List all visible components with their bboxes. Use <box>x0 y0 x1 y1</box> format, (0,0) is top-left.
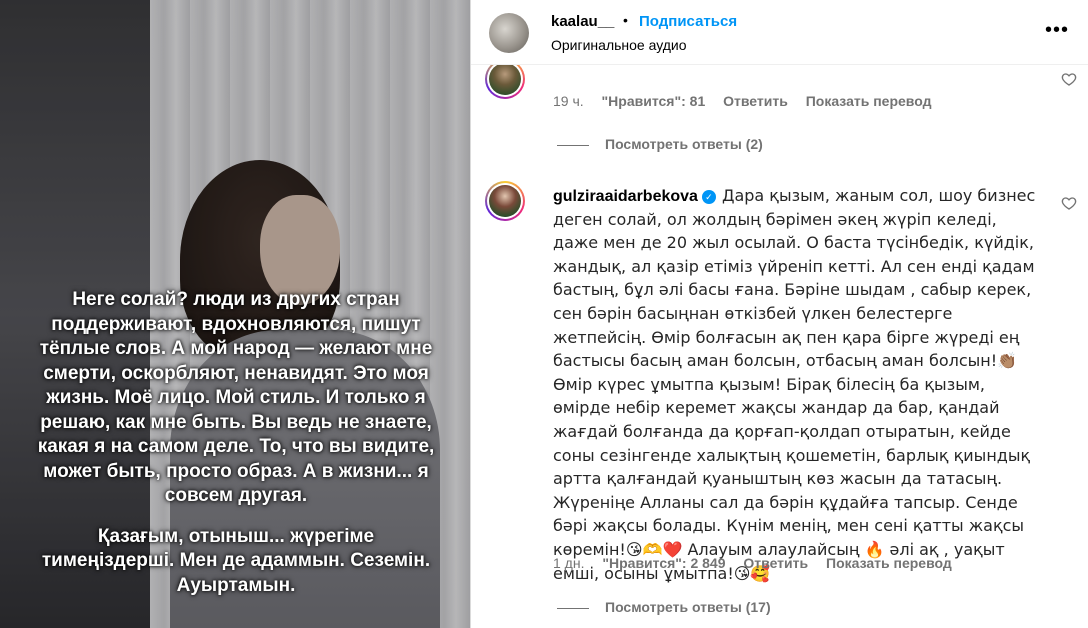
replies-divider-line <box>557 144 589 146</box>
reply-button[interactable]: Ответить <box>723 93 788 109</box>
commenter-avatar[interactable] <box>485 181 525 221</box>
view-replies-button[interactable]: Посмотреть ответы (2) <box>557 136 763 152</box>
view-replies-button[interactable]: Посмотреть ответы (17) <box>557 599 771 615</box>
side-panel: kaalau__ • Подписаться Оригинальное ауди… <box>470 0 1088 628</box>
like-heart-icon[interactable] <box>1061 195 1077 211</box>
comment-meta: 19 ч. "Нравится": 81 Ответить Показать п… <box>553 93 945 109</box>
commenter-username[interactable]: gulziraaidarbekova <box>553 188 698 205</box>
like-heart-icon[interactable] <box>1061 71 1077 87</box>
author-avatar[interactable] <box>489 13 529 53</box>
comment-likes[interactable]: "Нравится": 81 <box>602 93 706 109</box>
verified-badge-icon: ✓ <box>701 190 716 204</box>
comment-text: Дара қызым, жаным сол, шоу бизнес деген … <box>553 186 1036 583</box>
replies-divider-line <box>557 607 589 609</box>
comments-list[interactable]: 19 ч. "Нравится": 81 Ответить Показать п… <box>471 65 1088 628</box>
comment-likes[interactable]: "Нравится": 2 849 <box>602 555 725 571</box>
translate-button[interactable]: Показать перевод <box>826 555 952 571</box>
author-username[interactable]: kaalau__ <box>551 13 614 30</box>
overlay-paragraph-1: Неге солай? люди из других стран поддерж… <box>37 289 435 506</box>
audio-label[interactable]: Оригинальное аудио <box>551 37 687 53</box>
video-player[interactable]: Неге солай? люди из других стран поддерж… <box>0 0 470 628</box>
video-caption-overlay: Неге солай? люди из других стран поддерж… <box>36 288 436 598</box>
overlay-paragraph-2: Қазағым, отыныш... жүрегіме тимеңіздерші… <box>41 525 431 596</box>
post-modal: Неге солай? люди из других стран поддерж… <box>0 0 1088 628</box>
more-horizontal-icon[interactable]: ••• <box>1045 20 1069 40</box>
comment-meta: 1 дн. "Нравится": 2 849 Ответить Показат… <box>553 555 966 571</box>
translate-button[interactable]: Показать перевод <box>806 93 932 109</box>
comment-time[interactable]: 19 ч. <box>553 93 584 109</box>
view-replies-label: Посмотреть ответы (17) <box>605 599 771 615</box>
commenter-avatar[interactable] <box>485 65 525 99</box>
comment-body: gulziraaidarbekova ✓ Дара қызым, жаным сол… <box>553 185 1043 586</box>
comment-time[interactable]: 1 дн. <box>553 555 584 571</box>
separator-dot: • <box>623 12 628 28</box>
view-replies-label: Посмотреть ответы (2) <box>605 136 763 152</box>
reply-button[interactable]: Ответить <box>743 555 808 571</box>
post-header: kaalau__ • Подписаться Оригинальное ауди… <box>471 0 1088 65</box>
follow-button[interactable]: Подписаться <box>639 13 737 30</box>
